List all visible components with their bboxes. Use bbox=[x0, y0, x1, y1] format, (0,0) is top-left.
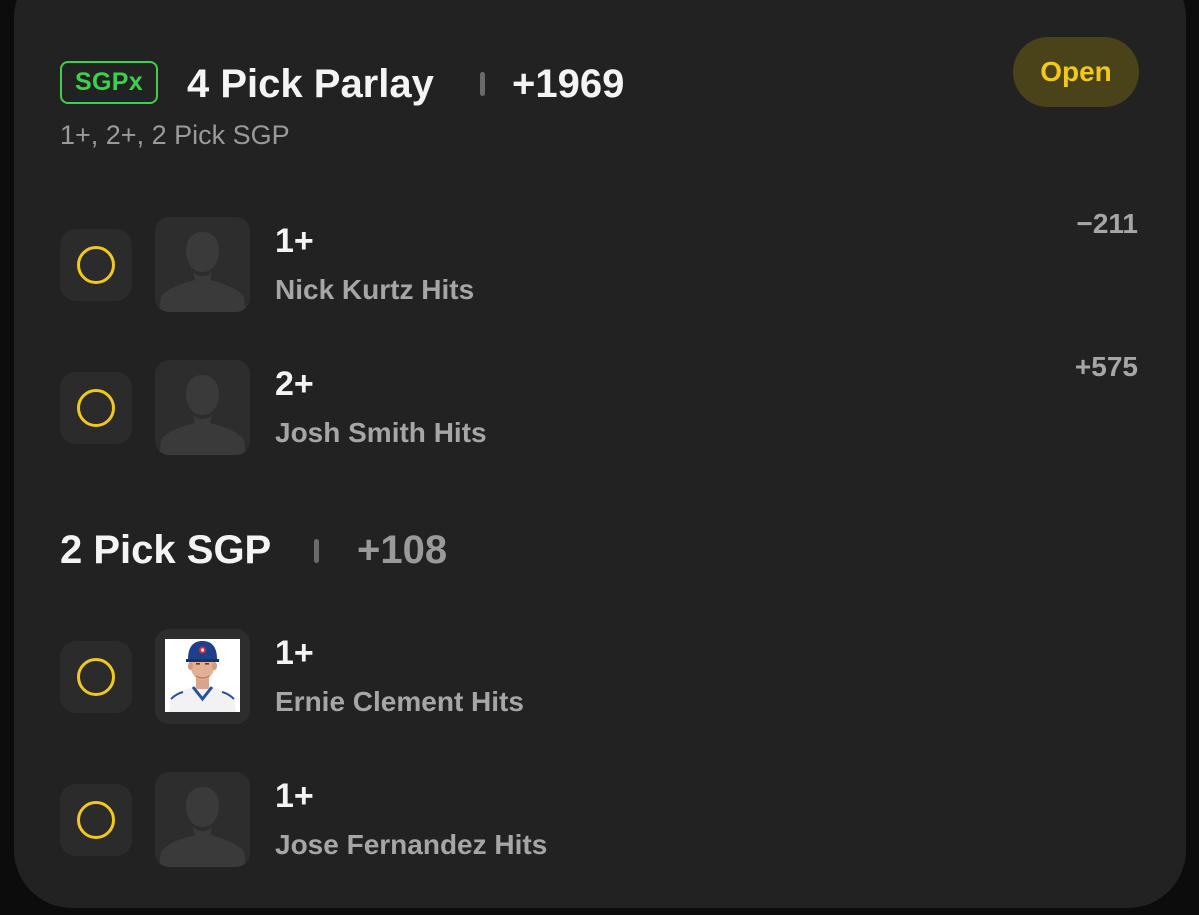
group-odds: +108 bbox=[357, 528, 448, 572]
leg-row[interactable]: 1+ Ernie Clement Hits bbox=[0, 629, 1199, 725]
parlay-title: 4 Pick Parlay bbox=[187, 62, 434, 106]
leg-market: Josh Smith Hits bbox=[275, 417, 487, 448]
leg-status-indicator bbox=[60, 641, 132, 713]
status-badge[interactable]: Open bbox=[1013, 37, 1139, 107]
leg-market: Nick Kurtz Hits bbox=[275, 274, 475, 305]
person-silhouette-icon bbox=[159, 232, 246, 312]
group-title: 2 Pick SGP bbox=[60, 528, 272, 572]
sgpx-badge: SGPx bbox=[60, 61, 158, 104]
parlay-subtitle: 1+, 2+, 2 Pick SGP bbox=[60, 120, 290, 150]
leg-row[interactable]: 1+ Jose Fernandez Hits bbox=[0, 772, 1199, 868]
player-placeholder-avatar bbox=[155, 360, 250, 455]
person-silhouette-icon bbox=[159, 375, 246, 455]
leg-status-indicator bbox=[60, 784, 132, 856]
leg-odds: +575 bbox=[1074, 351, 1138, 382]
leg-line: 1+ bbox=[275, 777, 314, 815]
leg-line: 1+ bbox=[275, 634, 314, 672]
parlay-odds: +1969 bbox=[512, 62, 625, 106]
leg-market: Ernie Clement Hits bbox=[275, 686, 524, 717]
leg-status-indicator bbox=[60, 372, 132, 444]
leg-row[interactable]: 2+ Josh Smith Hits +575 bbox=[0, 351, 1199, 456]
leg-status-indicator bbox=[60, 229, 132, 301]
pending-circle-icon bbox=[77, 801, 115, 839]
player-photo bbox=[155, 629, 250, 724]
leg-market: Jose Fernandez Hits bbox=[275, 829, 548, 860]
player-placeholder-avatar bbox=[155, 772, 250, 867]
pending-circle-icon bbox=[77, 658, 115, 696]
person-silhouette-icon bbox=[159, 787, 246, 867]
pending-circle-icon bbox=[77, 246, 115, 284]
group-separator bbox=[314, 539, 319, 563]
player-photo-avatar bbox=[155, 629, 250, 724]
pending-circle-icon bbox=[77, 389, 115, 427]
leg-line: 2+ bbox=[275, 365, 314, 403]
leg-line: 1+ bbox=[275, 222, 314, 260]
leg-odds: −211 bbox=[1076, 208, 1138, 239]
title-separator bbox=[480, 72, 485, 96]
leg-row[interactable]: 1+ Nick Kurtz Hits −211 bbox=[0, 208, 1199, 313]
player-placeholder-avatar bbox=[155, 217, 250, 312]
